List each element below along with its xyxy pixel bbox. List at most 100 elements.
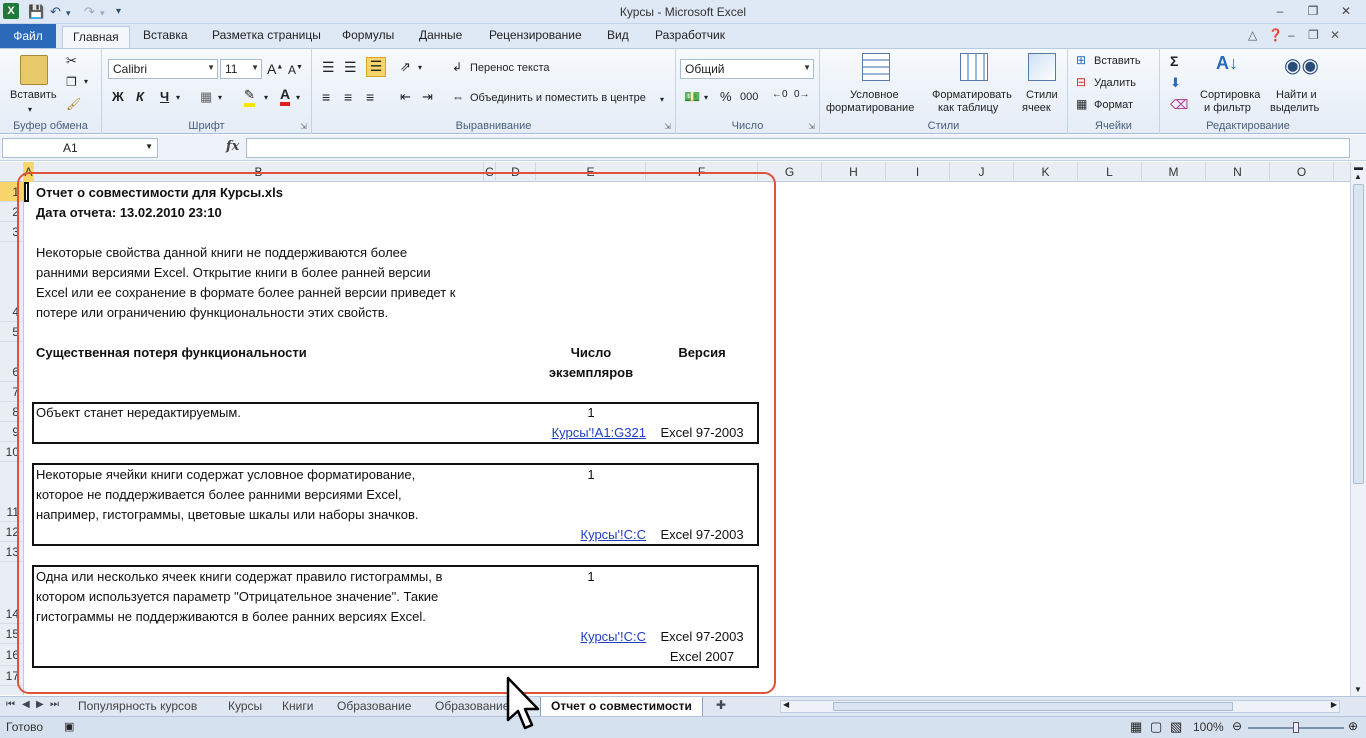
align-left-icon[interactable]: ≡: [322, 89, 330, 105]
tab-developer[interactable]: Разработчик: [655, 28, 725, 42]
column-header-c[interactable]: C: [484, 162, 496, 182]
row-header-16[interactable]: 16: [0, 644, 23, 666]
wrap-text-button[interactable]: Перенос текста: [470, 62, 550, 74]
restore-icon[interactable]: ❐: [1303, 3, 1323, 19]
cell-styles-line2[interactable]: ячеек: [1022, 102, 1051, 114]
row-header-14[interactable]: 14: [0, 562, 23, 624]
fill-dropdown-icon[interactable]: ▾: [264, 93, 268, 102]
dialog-launcher-icon[interactable]: ⇲: [808, 122, 815, 131]
vertical-scroll-thumb[interactable]: [1353, 184, 1364, 484]
row-header-2[interactable]: 2: [0, 202, 23, 222]
decrease-decimal-icon[interactable]: 0→: [794, 89, 810, 100]
shrink-font-icon[interactable]: A▼: [288, 63, 303, 77]
horizontal-scroll-thumb[interactable]: [833, 702, 1233, 711]
row-header-10[interactable]: 10: [0, 442, 23, 462]
sheet-tab-books[interactable]: Книги: [272, 697, 323, 716]
zoom-in-icon[interactable]: ⊕: [1348, 719, 1358, 733]
column-header-m[interactable]: M: [1142, 162, 1206, 182]
column-header-l[interactable]: L: [1078, 162, 1142, 182]
page-break-view-icon[interactable]: ▧: [1170, 719, 1182, 735]
column-header-a[interactable]: A: [24, 162, 34, 182]
row-header-5[interactable]: 5: [0, 322, 23, 342]
wrap-text-icon[interactable]: ↲: [452, 60, 462, 74]
prev-sheet-icon[interactable]: ◀: [22, 699, 30, 710]
last-sheet-icon[interactable]: ⏭: [50, 699, 59, 710]
format-cells-icon[interactable]: ▦: [1076, 97, 1087, 111]
select-all-corner[interactable]: [0, 162, 24, 182]
copy-icon[interactable]: ❐: [66, 75, 77, 89]
close-icon[interactable]: ✕: [1336, 3, 1356, 19]
merge-center-button[interactable]: Объединить и поместить в центре: [470, 92, 646, 104]
decrease-indent-icon[interactable]: ⇤: [400, 89, 411, 105]
row-header-8[interactable]: 8: [0, 402, 23, 422]
workbook-minimize-icon[interactable]: –: [1288, 28, 1295, 42]
column-header-f[interactable]: F: [646, 162, 758, 182]
row-header-17[interactable]: 17: [0, 666, 23, 686]
insert-sheet-icon[interactable]: ✚: [716, 698, 726, 712]
paste-icon[interactable]: [20, 55, 48, 85]
align-center-icon[interactable]: ≡: [344, 89, 352, 105]
sheet-tab-education-1[interactable]: Образование: [327, 697, 421, 716]
column-header-h[interactable]: H: [822, 162, 886, 182]
column-header-n[interactable]: N: [1206, 162, 1270, 182]
align-bottom-icon[interactable]: ☰: [366, 57, 386, 77]
scroll-right-icon[interactable]: ▶: [1331, 700, 1337, 709]
merge-icon[interactable]: ⇔: [452, 90, 464, 104]
autosum-icon[interactable]: Σ: [1170, 53, 1178, 69]
row-header-1[interactable]: 1: [0, 182, 23, 202]
conditional-formatting-icon[interactable]: [862, 53, 890, 81]
row-header-4[interactable]: 4: [0, 242, 23, 322]
page-layout-view-icon[interactable]: ▢: [1150, 719, 1162, 735]
cut-icon[interactable]: ✂: [66, 53, 77, 69]
cell-styles-icon[interactable]: [1028, 53, 1056, 81]
italic-button[interactable]: К: [136, 89, 144, 104]
sheet-tab-compatibility-report[interactable]: Отчет о совместимости: [540, 697, 703, 716]
active-cell-a1[interactable]: [24, 182, 29, 202]
column-header-o[interactable]: O: [1270, 162, 1334, 182]
format-painter-icon[interactable]: 🖌: [66, 97, 81, 111]
zoom-slider-knob[interactable]: [1293, 722, 1299, 733]
dialog-launcher-icon[interactable]: ⇲: [664, 122, 671, 131]
insert-cells-button[interactable]: Вставить: [1094, 55, 1141, 67]
minimize-ribbon-icon[interactable]: △: [1248, 28, 1257, 42]
format-as-table-icon[interactable]: [960, 53, 988, 81]
currency-dropdown-icon[interactable]: ▾: [704, 93, 708, 102]
font-color-dropdown-icon[interactable]: ▾: [296, 93, 300, 102]
row-header-3[interactable]: 3: [0, 222, 23, 242]
column-header-d[interactable]: D: [496, 162, 536, 182]
worksheet-grid[interactable]: Отчет о совместимости для Курсы.xls Дата…: [24, 182, 1350, 695]
orientation-icon[interactable]: ⇗: [400, 59, 411, 75]
borders-dropdown-icon[interactable]: ▾: [218, 93, 222, 102]
macro-record-icon[interactable]: ▣: [64, 720, 74, 733]
copy-dropdown-icon[interactable]: ▾: [84, 77, 88, 86]
insert-function-button[interactable]: fx: [226, 139, 239, 154]
delete-cells-button[interactable]: Удалить: [1094, 77, 1136, 89]
row-header-12[interactable]: 12: [0, 522, 23, 542]
row-header-6[interactable]: 6: [0, 342, 23, 382]
column-header-b[interactable]: B: [34, 162, 484, 182]
scroll-left-icon[interactable]: ◀: [783, 700, 789, 709]
align-top-icon[interactable]: ☰: [322, 59, 335, 76]
find-select-line1[interactable]: Найти и: [1276, 89, 1317, 101]
tab-page-layout[interactable]: Разметка страницы: [212, 28, 321, 42]
thousands-button[interactable]: 000: [740, 91, 758, 103]
scroll-down-icon[interactable]: ▼: [1354, 685, 1362, 694]
column-header-g[interactable]: G: [758, 162, 822, 182]
scroll-up-icon[interactable]: ▲: [1354, 172, 1362, 181]
issue-3-link[interactable]: Курсы'!C:C: [536, 627, 646, 647]
row-header-7[interactable]: 7: [0, 382, 23, 402]
issue-1-link[interactable]: Курсы'!A1:G321: [536, 423, 646, 443]
tab-data[interactable]: Данные: [419, 28, 462, 42]
normal-view-icon[interactable]: ▦: [1130, 719, 1142, 735]
row-header-11[interactable]: 11: [0, 462, 23, 522]
column-header-e[interactable]: E: [536, 162, 646, 182]
column-header-j[interactable]: J: [950, 162, 1014, 182]
merge-dropdown-icon[interactable]: ▾: [660, 95, 664, 104]
column-header-k[interactable]: K: [1014, 162, 1078, 182]
dialog-launcher-icon[interactable]: ⇲: [300, 122, 307, 131]
insert-cells-icon[interactable]: ⊞: [1076, 53, 1086, 67]
workbook-restore-icon[interactable]: ❐: [1308, 28, 1319, 42]
next-sheet-icon[interactable]: ▶: [36, 699, 44, 710]
fill-color-icon[interactable]: ✎: [244, 87, 255, 107]
format-cells-button[interactable]: Формат: [1094, 99, 1133, 111]
